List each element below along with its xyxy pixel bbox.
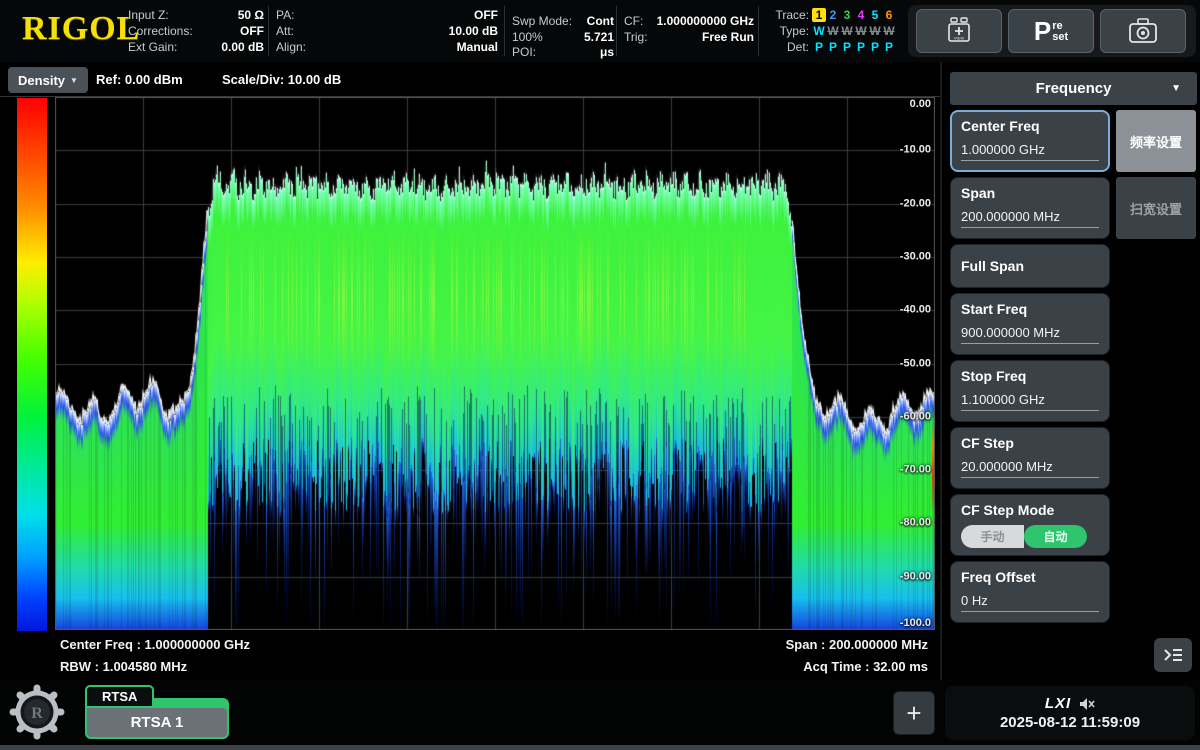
rigol-rtsa-screen: RIGOL Input Z:50 Ω Corrections:OFF Ext G…: [0, 0, 1200, 750]
datetime-label: 2025-08-12 11:59:09: [1000, 714, 1140, 731]
cf-trig-section: CF:1.000000000 GHz Trig:Free Run: [624, 14, 754, 45]
y-axis-tick: -60.00: [900, 410, 931, 422]
frequency-menu-panel: Frequency ▼ Center Freq 1.000000 GHz Spa…: [940, 62, 1200, 680]
trace-2-badge[interactable]: 2: [826, 8, 840, 22]
mode-tab-group: RTSA RTSA 1: [85, 685, 231, 739]
mode-tab-label[interactable]: RTSA: [85, 685, 154, 708]
chevron-down-icon: ▼: [1171, 83, 1181, 94]
rigol-logo: RIGOL: [22, 10, 140, 48]
y-axis-tick: -90.00: [900, 570, 931, 582]
rbw-annotation: RBW : 1.004580 MHz: [60, 659, 187, 674]
add-mode-button[interactable]: +: [893, 691, 935, 735]
lxi-logo: LXI: [1045, 695, 1071, 712]
y-axis-tick: 0.00: [910, 98, 931, 110]
y-axis-tick: -70.00: [900, 463, 931, 475]
tab-frequency-setup[interactable]: 频率设置: [1116, 110, 1196, 172]
menu-cf-step[interactable]: CF Step 20.000000 MHz: [950, 427, 1110, 489]
divider: [758, 6, 759, 56]
trace-4-badge[interactable]: 4: [854, 8, 868, 22]
trace-type: W: [826, 24, 840, 38]
scale-div-label: Scale/Div: 10.00 dB: [222, 72, 341, 87]
cf-step-mode-toggle[interactable]: 手动 自动: [961, 525, 1087, 548]
trace-status: Trace: 1 2 3 4 5 6 Type: W W W W W W Det…: [766, 7, 896, 55]
trace-1-badge[interactable]: 1: [812, 8, 826, 22]
trace-type: W: [812, 24, 826, 38]
trace-type: W: [868, 24, 882, 38]
rtsa-instance-tab[interactable]: RTSA 1: [85, 706, 229, 739]
trace-detector: P: [812, 40, 826, 54]
chevron-down-icon: ▼: [70, 76, 78, 85]
toggle-auto[interactable]: 自动: [1024, 525, 1087, 548]
menu-expand-button[interactable]: [1154, 638, 1192, 672]
stop-freq-value: 1.100000 GHz: [961, 392, 1099, 411]
start-freq-value: 900.000000 MHz: [961, 325, 1099, 344]
camera-icon: [1126, 15, 1160, 47]
cf-step-value: 20.000000 MHz: [961, 459, 1099, 478]
span-annotation: Span : 200.000000 MHz: [786, 637, 928, 652]
amplitude-settings-section: PA:OFF Att:10.00 dB Align:Manual: [276, 8, 498, 55]
menu-center-freq[interactable]: Center Freq 1.000000 GHz: [950, 110, 1110, 172]
y-axis-tick: -100.0: [900, 617, 931, 629]
spectrum-display-region: Density ▼ Ref: 0.00 dBm Scale/Div: 10.00…: [0, 62, 940, 680]
trace-6-badge[interactable]: 6: [882, 8, 896, 22]
system-gear-button[interactable]: R: [8, 683, 66, 741]
y-axis-tick: -10.00: [900, 144, 931, 156]
preset-button[interactable]: P re set: [1008, 9, 1094, 53]
density-spectrum-canvas: [55, 97, 935, 630]
menu-cf-step-mode[interactable]: CF Step Mode 手动 自动: [950, 494, 1110, 556]
trace-3-badge[interactable]: 3: [840, 8, 854, 22]
display-mode-dropdown[interactable]: Density ▼: [8, 67, 88, 93]
trace-detector: P: [826, 40, 840, 54]
trace-detector: P: [882, 40, 896, 54]
gear-icon: R: [8, 683, 66, 741]
acq-time-annotation: Acq Time : 32.00 ms: [803, 659, 928, 674]
sweep-settings-section: Swp Mode:Cont 100% POI:5.721 μs: [512, 14, 614, 60]
system-status-panel[interactable]: LXI 2025-08-12 11:59:09: [945, 686, 1195, 740]
speaker-muted-icon: [1079, 697, 1095, 711]
divider: [616, 6, 617, 56]
center-freq-annotation: Center Freq : 1.000000000 GHz: [60, 637, 250, 652]
input-settings-section: Input Z:50 Ω Corrections:OFF Ext Gain:0.…: [128, 8, 264, 55]
ref-level-label: Ref: 0.00 dBm: [96, 72, 183, 87]
y-axis-tick: -20.00: [900, 197, 931, 209]
span-value: 200.000000 MHz: [961, 209, 1099, 228]
density-colorbar: [17, 98, 47, 631]
trace-detector: P: [854, 40, 868, 54]
menu-start-freq[interactable]: Start Freq 900.000000 MHz: [950, 293, 1110, 355]
trace-type: W: [840, 24, 854, 38]
trace-detector: P: [868, 40, 882, 54]
y-axis-tick: -80.00: [900, 517, 931, 529]
screenshot-button[interactable]: [1100, 9, 1186, 53]
center-freq-value: 1.000000 GHz: [961, 142, 1099, 161]
multiview-icon: VIEW: [942, 14, 976, 48]
multiview-button[interactable]: VIEW: [916, 9, 1002, 53]
divider: [268, 6, 269, 56]
y-axis-tick: -30.00: [900, 250, 931, 262]
menu-freq-offset[interactable]: Freq Offset 0 Hz: [950, 561, 1110, 623]
menu-span[interactable]: Span 200.000000 MHz: [950, 177, 1110, 239]
svg-text:R: R: [31, 705, 43, 722]
menu-stop-freq[interactable]: Stop Freq 1.100000 GHz: [950, 360, 1110, 422]
menu-full-span[interactable]: Full Span: [950, 244, 1110, 288]
toggle-manual[interactable]: 手动: [961, 525, 1024, 548]
trace-type: W: [882, 24, 896, 38]
topbar-quick-buttons: VIEW P re set: [908, 5, 1196, 57]
top-status-bar: RIGOL Input Z:50 Ω Corrections:OFF Ext G…: [0, 0, 1200, 62]
spectrum-graph: 0.00 -10.00 -20.00 -30.00 -40.00 -50.00 …: [55, 97, 935, 630]
preset-label: P: [1034, 16, 1051, 47]
bottom-edge-strip: [0, 745, 1200, 750]
expand-menu-icon: [1162, 646, 1184, 664]
y-axis-tick: -40.00: [900, 304, 931, 316]
y-axis-tick: -50.00: [900, 357, 931, 369]
task-bar: R RTSA RTSA 1 + LXI 2025-08-12 11:59:09: [0, 680, 1200, 745]
freq-offset-value: 0 Hz: [961, 593, 1099, 612]
menu-title-dropdown[interactable]: Frequency ▼: [950, 72, 1197, 105]
divider: [504, 6, 505, 56]
trace-detector: P: [840, 40, 854, 54]
tab-span-setup[interactable]: 扫宽设置: [1116, 177, 1196, 239]
trace-5-badge[interactable]: 5: [868, 8, 882, 22]
svg-text:VIEW: VIEW: [954, 36, 964, 41]
trace-type: W: [854, 24, 868, 38]
